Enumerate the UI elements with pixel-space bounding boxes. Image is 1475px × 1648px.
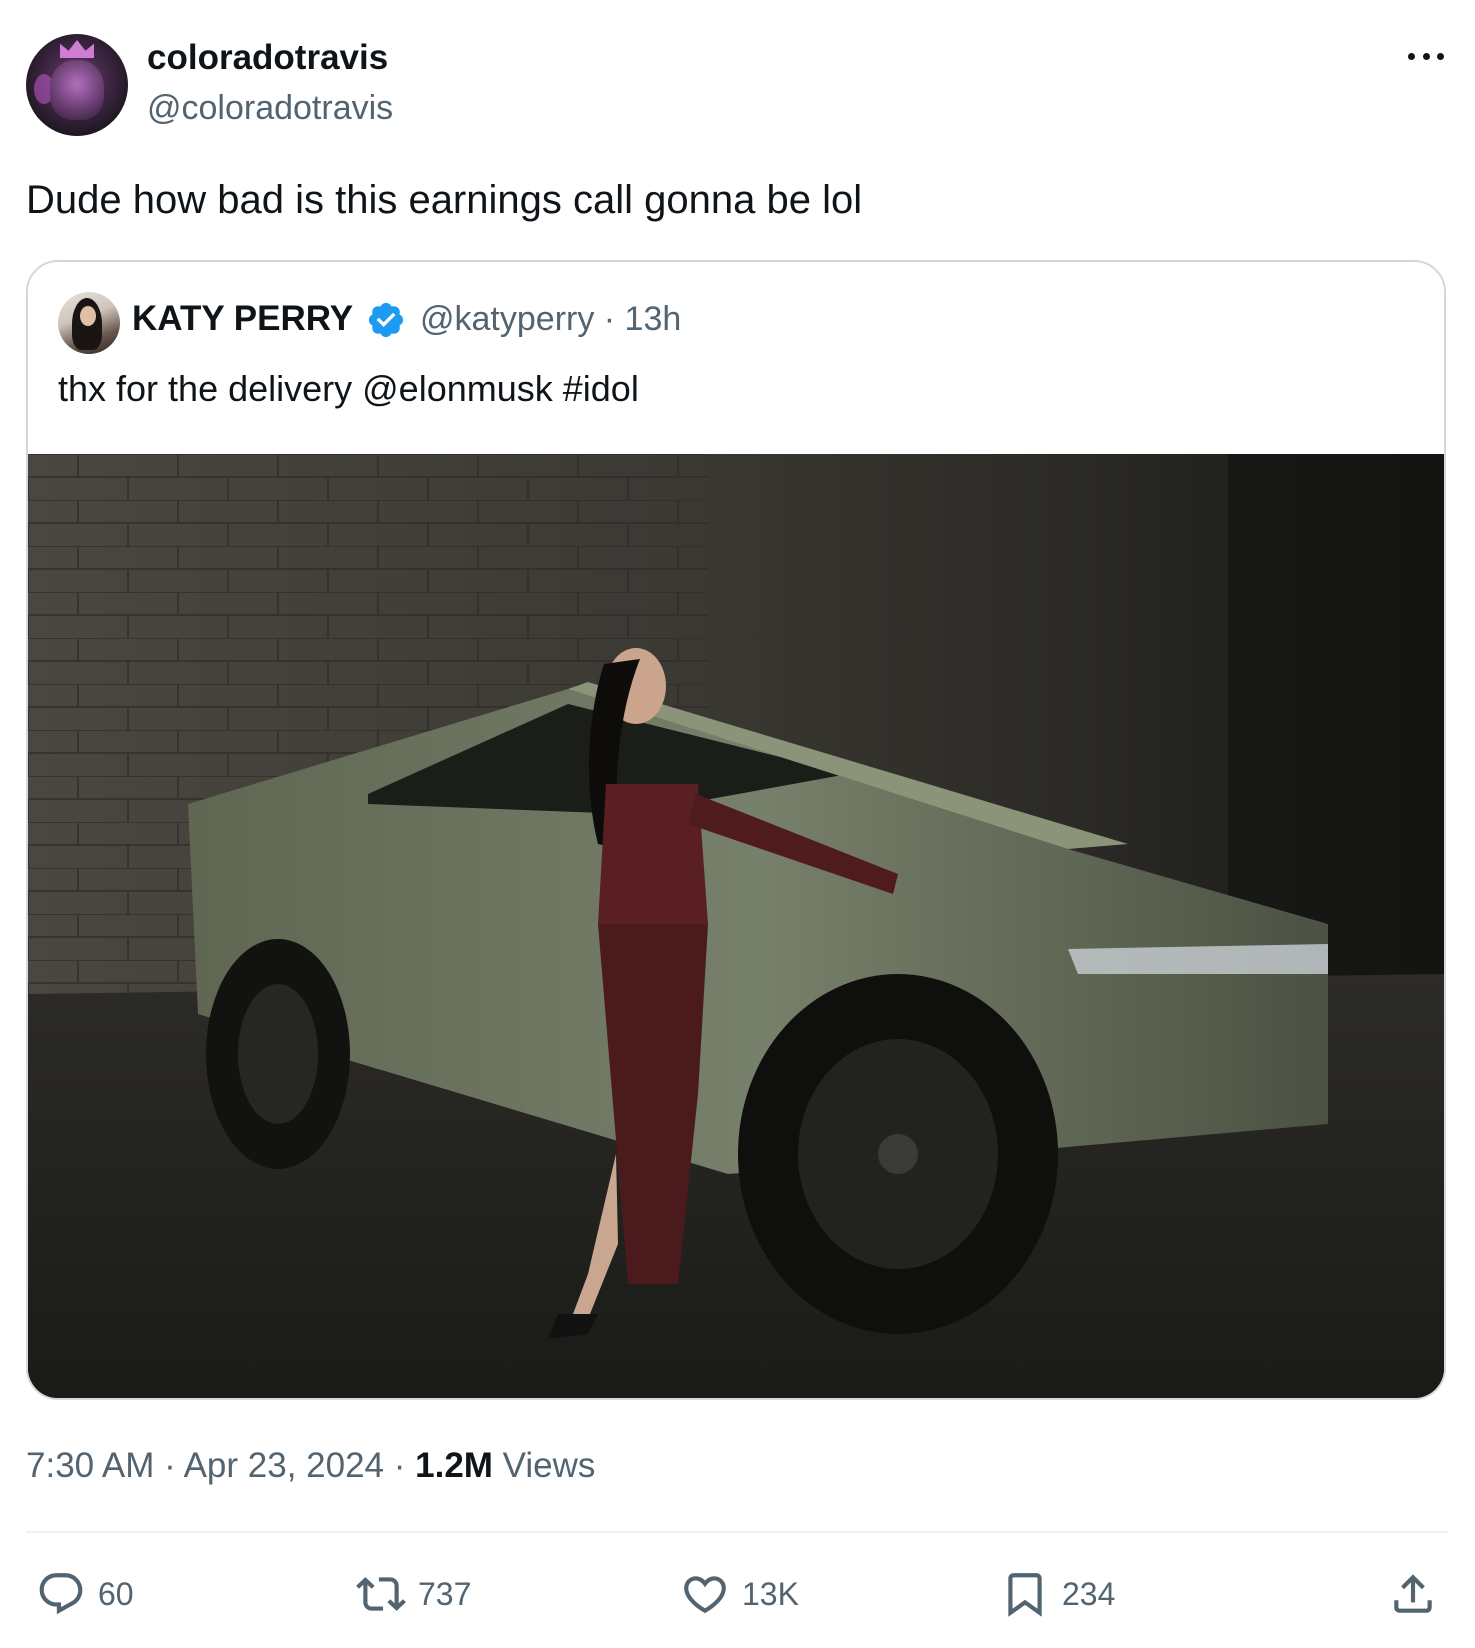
tweet-text: Dude how bad is this earnings call gonna… bbox=[26, 178, 863, 222]
repost-button[interactable]: 737 bbox=[356, 1568, 471, 1620]
like-count: 13K bbox=[742, 1575, 799, 1612]
views-label: Views bbox=[492, 1446, 596, 1485]
crown-icon bbox=[60, 40, 94, 58]
bookmark-icon bbox=[1008, 1573, 1042, 1617]
divider bbox=[26, 1531, 1448, 1533]
tweet-page: coloradotravis @coloradotravis Dude how … bbox=[0, 0, 1475, 1648]
views-count[interactable]: 1.2M bbox=[415, 1446, 493, 1485]
avatar-face bbox=[50, 60, 104, 120]
more-dot bbox=[1437, 52, 1444, 60]
tweet-meta: 7:30 AM · Apr 23, 2024 · 1.2M Views bbox=[26, 1444, 595, 1488]
reply-icon bbox=[39, 1573, 83, 1615]
quoted-text: thx for the delivery @elonmusk #idol bbox=[58, 368, 639, 409]
share-button[interactable] bbox=[1388, 1568, 1438, 1620]
author-handle[interactable]: @coloradotravis bbox=[147, 88, 393, 128]
reply-button[interactable]: 60 bbox=[36, 1568, 134, 1620]
quoted-author-avatar[interactable] bbox=[58, 292, 120, 354]
verified-badge-icon bbox=[368, 302, 404, 338]
author-avatar[interactable] bbox=[26, 34, 128, 136]
share-icon bbox=[1394, 1574, 1432, 1613]
reply-count: 60 bbox=[98, 1575, 134, 1612]
more-options-icon[interactable] bbox=[1404, 44, 1448, 68]
timestamp[interactable]: 7:30 AM · Apr 23, 2024 · bbox=[26, 1446, 415, 1485]
like-button[interactable]: 13K bbox=[680, 1568, 799, 1620]
quoted-display-name[interactable]: KATY PERRY bbox=[132, 298, 353, 340]
author-display-name[interactable]: coloradotravis bbox=[147, 38, 388, 78]
bookmark-count: 234 bbox=[1062, 1575, 1116, 1612]
avatar-face bbox=[80, 306, 96, 326]
repost-icon bbox=[356, 1577, 406, 1611]
more-dot bbox=[1408, 52, 1415, 60]
repost-count: 737 bbox=[418, 1575, 472, 1612]
bookmark-button[interactable]: 234 bbox=[1000, 1568, 1115, 1620]
heart-icon bbox=[684, 1576, 726, 1614]
quoted-tweet[interactable]: KATY PERRY @katyperry · 13h thx for the … bbox=[26, 260, 1446, 1400]
photo-woman-with-cybertruck-icon bbox=[28, 454, 1444, 1398]
quoted-handle-time[interactable]: @katyperry · 13h bbox=[420, 298, 681, 340]
quoted-photo[interactable] bbox=[28, 454, 1444, 1398]
more-dot bbox=[1422, 52, 1430, 60]
